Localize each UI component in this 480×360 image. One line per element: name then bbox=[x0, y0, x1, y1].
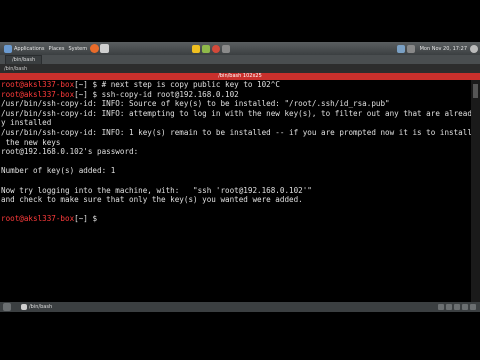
path-label[interactable]: /bin/bash bbox=[4, 66, 27, 72]
applications-menu[interactable]: Applications bbox=[4, 44, 45, 53]
scrollbar[interactable] bbox=[471, 80, 480, 302]
clock[interactable]: Mon Nov 20, 17:27 bbox=[420, 46, 467, 52]
terminal-output[interactable]: root@aksl337-box[~] $ # next step is cop… bbox=[0, 80, 472, 302]
workspace-1[interactable] bbox=[438, 304, 444, 310]
system-label: System bbox=[68, 45, 88, 52]
terminal-line: Now try logging into the machine, with: … bbox=[1, 185, 312, 195]
window-list-top: /bin/bash bbox=[0, 54, 480, 65]
launcher-group bbox=[90, 44, 110, 53]
workspace-4[interactable] bbox=[462, 304, 468, 310]
terminal-line: root@192.168.0.102's password: bbox=[1, 147, 139, 157]
app-icon[interactable] bbox=[222, 44, 231, 53]
top-panel: Applications Places System Mon Nov 20, 1… bbox=[0, 42, 480, 55]
places-label: Places bbox=[48, 45, 65, 52]
terminal-line: /usr/bin/ssh-copy-id: INFO: attempting t… bbox=[1, 108, 472, 118]
prompt-dir: [~] bbox=[74, 80, 88, 89]
command-text: # next step is copy public key to 102^C bbox=[101, 80, 280, 89]
terminal-line: Number of key(s) added: 1 bbox=[1, 166, 116, 176]
task-bash[interactable]: /bin/bash bbox=[5, 54, 43, 65]
prompt-dir: [~] bbox=[74, 214, 88, 224]
app-launcher-icon[interactable] bbox=[202, 44, 211, 53]
terminal-line: root@aksl337-box[~] $ ssh-copy-id root@1… bbox=[1, 90, 471, 100]
path-bar: /bin/bash bbox=[0, 64, 480, 73]
window-title: /bin/bash 102x25 bbox=[218, 73, 262, 79]
command-text: ssh-copy-id root@192.168.0.102 bbox=[101, 89, 239, 99]
terminal-line: the new keys bbox=[1, 137, 61, 147]
system-menu[interactable]: System bbox=[68, 46, 87, 52]
power-icon[interactable] bbox=[470, 44, 479, 53]
bottom-task-label: /bin/bash bbox=[29, 304, 53, 310]
prompt-symbol: $ bbox=[87, 80, 102, 89]
prompt-symbol: $ bbox=[87, 214, 102, 224]
scrollbar-thumb[interactable] bbox=[473, 84, 478, 98]
prompt-user: root@aksl337-box bbox=[1, 80, 75, 89]
terminal-line: /usr/bin/ssh-copy-id: INFO: 1 key(s) rem… bbox=[1, 127, 472, 137]
terminal-line: and check to make sure that only the key… bbox=[1, 195, 303, 205]
volume-icon[interactable] bbox=[406, 44, 415, 53]
workspace-2[interactable] bbox=[446, 304, 452, 310]
workspace-switcher[interactable] bbox=[436, 304, 476, 310]
prompt-symbol: $ bbox=[87, 89, 102, 99]
places-menu[interactable]: Places bbox=[49, 46, 65, 52]
bottom-task-bash[interactable]: /bin/bash bbox=[21, 304, 52, 310]
applications-icon bbox=[4, 44, 12, 53]
terminal-line: /usr/bin/ssh-copy-id: INFO: Source of ke… bbox=[1, 99, 390, 109]
workspace-3[interactable] bbox=[454, 304, 460, 310]
terminal-icon bbox=[21, 304, 27, 310]
applications-label: Applications bbox=[14, 45, 45, 52]
network-icon[interactable] bbox=[396, 44, 405, 53]
terminal-line: root@aksl337-box[~] $ # next step is cop… bbox=[1, 80, 471, 90]
bottom-panel: /bin/bash bbox=[0, 302, 480, 312]
terminal-line: y installed bbox=[1, 118, 52, 128]
prompt-dir: [~] bbox=[74, 89, 88, 99]
terminal-line: root@aksl337-box[~] $ bbox=[1, 214, 471, 224]
terminal-launcher-icon[interactable] bbox=[100, 44, 110, 53]
prompt-user: root@aksl337-box bbox=[1, 214, 75, 224]
chrome-icon[interactable] bbox=[212, 44, 221, 53]
firefox-icon[interactable] bbox=[90, 44, 100, 53]
trash-icon[interactable] bbox=[470, 304, 476, 310]
folder-icon[interactable] bbox=[192, 44, 201, 53]
show-desktop-icon[interactable] bbox=[3, 303, 11, 311]
terminal-titlebar[interactable]: /bin/bash 102x25 bbox=[0, 73, 480, 80]
prompt-user: root@aksl337-box bbox=[1, 89, 75, 99]
